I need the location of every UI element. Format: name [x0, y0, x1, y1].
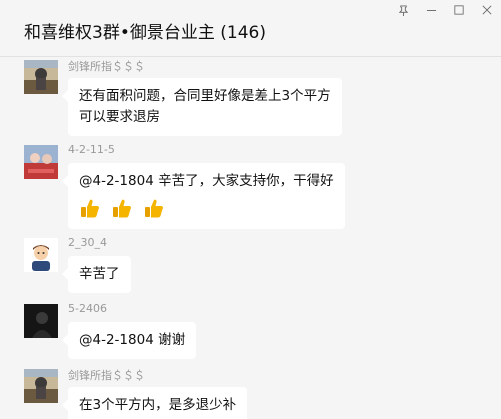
thumbs-up-icon [145, 199, 163, 218]
cartoon-man-avatar[interactable] [24, 238, 58, 272]
emoji-row [79, 197, 334, 219]
message-text-line: 在3个平方内，是多退少补 [79, 397, 237, 413]
chat-title: 和喜维权3群•御景台业主 (146) [24, 23, 266, 43]
maximize-icon[interactable] [445, 0, 473, 20]
message-text-line: 可以要求退房 [79, 109, 160, 125]
sender-name: 5-2406 [68, 302, 107, 315]
thumbs-up-icon [113, 199, 131, 218]
landscape-photo-avatar[interactable] [24, 369, 58, 403]
close-icon[interactable] [473, 0, 501, 20]
dark-portrait-avatar[interactable] [24, 304, 58, 338]
thumbs-up-icon [81, 199, 99, 218]
pin-icon[interactable] [389, 0, 417, 20]
window-controls [389, 0, 501, 20]
message-bubble[interactable]: 还有面积问题，合同里好像是差上3个平方 可以要求退房 [62, 78, 342, 136]
message-text-line: @4-2-1804 谢谢 [79, 332, 186, 348]
landscape-photo-avatar[interactable] [24, 60, 58, 94]
sender-name: 剑锋所指＄＄＄ [68, 369, 145, 382]
message-bubble[interactable]: @4-2-1804 谢谢 [61, 322, 197, 359]
message-text-line: 辛苦了 [79, 266, 120, 282]
message-bubble[interactable]: @4-2-1804 辛苦了，大家支持你，干得好 [62, 163, 345, 229]
message-list[interactable]: 剑锋所指＄＄＄ 还有面积问题，合同里好像是差上3个平方 可以要求退房 4-2-1… [0, 57, 501, 419]
sender-name: 剑锋所指＄＄＄ [68, 60, 145, 73]
message-text-line: 还有面积问题，合同里好像是差上3个平方 [79, 88, 331, 104]
red-scene-avatar[interactable] [24, 145, 58, 179]
message-bubble[interactable]: 辛苦了 [62, 256, 131, 293]
sender-name: 2_30_4 [68, 236, 107, 249]
chat-window: 和喜维权3群•御景台业主 (146) 剑锋所指＄＄＄ 还有面积问题，合同里好像是… [0, 0, 501, 419]
sender-name: 4-2-11-5 [68, 143, 115, 156]
message-bubble[interactable]: 在3个平方内，是多退少补 [61, 387, 248, 419]
title-bar: 和喜维权3群•御景台业主 (146) [0, 0, 501, 57]
minimize-icon[interactable] [417, 0, 445, 20]
message-text-line: @4-2-1804 辛苦了，大家支持你，干得好 [79, 173, 334, 189]
